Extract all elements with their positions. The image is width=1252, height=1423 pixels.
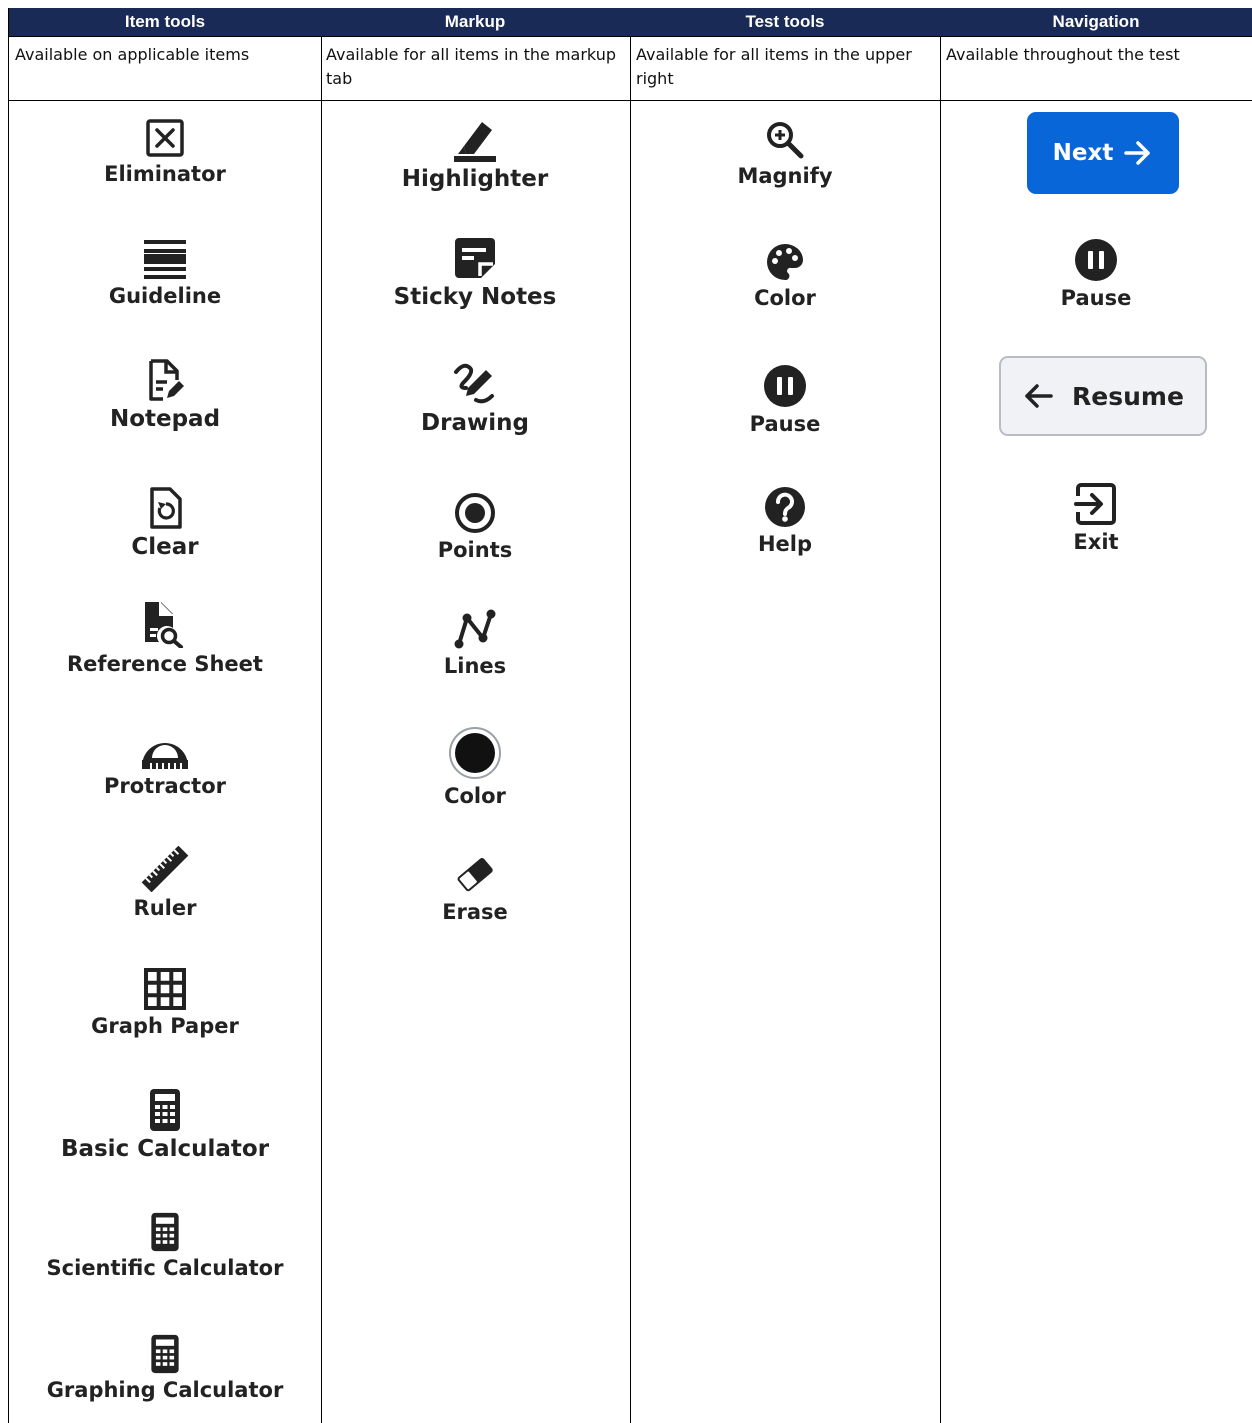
arrow-right-icon [1124, 141, 1151, 165]
notepad-icon [149, 359, 184, 401]
tool-label: Exit [1073, 530, 1119, 554]
tool-highlighter[interactable]: Highlighter [320, 116, 630, 192]
guideline-icon [144, 240, 186, 279]
tool-magnify[interactable]: Magnify [630, 120, 940, 188]
tool-label: Color [444, 784, 506, 808]
close-box-icon [146, 119, 184, 157]
tool-label: Ruler [133, 896, 197, 920]
clear-icon [150, 487, 182, 529]
tool-label: Basic Calculator [60, 1136, 270, 1162]
column-description: Available for all items in the markup ta… [320, 37, 630, 101]
tool-label: Sticky Notes [393, 284, 557, 310]
tool-label: Guideline [108, 284, 222, 308]
tool-label: Pause [749, 412, 821, 436]
tool-label: Erase [442, 900, 508, 924]
tool-label: Lines [443, 654, 507, 678]
calculator-icon [150, 1089, 180, 1131]
tool-label: Pause [1060, 286, 1132, 310]
tool-label: Scientific Calculator [46, 1256, 284, 1280]
sticky-note-icon [455, 238, 495, 278]
tool-protractor[interactable]: Protractor [9, 730, 321, 798]
tool-drawing[interactable]: Drawing [320, 360, 630, 436]
tool-color[interactable]: Color [630, 242, 940, 310]
tool-label: Notepad [109, 406, 221, 432]
tool-clear[interactable]: Clear [9, 486, 321, 560]
tool-label: Magnify [737, 164, 833, 188]
column-navigation: Navigation Available throughout the test… [940, 8, 1252, 1423]
help-icon [765, 487, 805, 527]
tool-basic-calculator[interactable]: Basic Calculator [9, 1088, 321, 1162]
graph-paper-icon [144, 968, 186, 1010]
magnify-icon [767, 122, 804, 159]
tool-notepad[interactable]: Notepad [9, 358, 321, 432]
arrow-left-icon [1025, 384, 1053, 408]
tool-label: Eliminator [104, 162, 226, 186]
tool-label: Highlighter [401, 166, 549, 192]
tool-graphing-calculator[interactable]: Graphing Calculator [9, 1334, 321, 1402]
tool-erase[interactable]: Erase [320, 856, 630, 924]
resume-button[interactable]: Resume [999, 356, 1207, 436]
tool-points[interactable]: Points [320, 492, 630, 562]
column-markup: Markup Available for all items in the ma… [320, 8, 631, 1423]
column-description: Available throughout the test [940, 37, 1252, 101]
tool-help[interactable]: Help [630, 486, 940, 556]
column-header: Navigation [940, 8, 1252, 37]
column-item-tools: Item tools Available on applicable items… [8, 8, 322, 1423]
resume-button-label: Resume [1072, 381, 1184, 411]
tool-ruler[interactable]: Ruler [9, 846, 321, 920]
column-description: Available on applicable items [9, 37, 321, 101]
tool-label: Color [754, 286, 816, 310]
tool-reference-sheet[interactable]: Reference Sheet [9, 600, 321, 676]
palette-icon [767, 244, 803, 281]
tool-sticky-notes[interactable]: Sticky Notes [320, 236, 630, 310]
tool-label: Drawing [421, 410, 529, 436]
tool-label: Graphing Calculator [46, 1378, 284, 1402]
column-header: Item tools [9, 8, 321, 37]
calculator-icon [151, 1212, 179, 1252]
tool-guideline[interactable]: Guideline [9, 240, 321, 308]
column-test-tools: Test tools Available for all items in th… [630, 8, 941, 1423]
tool-graph-paper[interactable]: Graph Paper [9, 968, 321, 1038]
reference-sheet-icon [145, 602, 183, 648]
pause-icon [1075, 239, 1117, 281]
tool-label: Reference Sheet [67, 652, 263, 676]
column-header: Test tools [630, 8, 940, 37]
calculator-icon [151, 1334, 179, 1374]
next-button-label: Next [1052, 140, 1114, 166]
tool-label: Protractor [103, 774, 226, 798]
column-description: Available for all items in the upper rig… [630, 37, 940, 101]
tool-label: Graph Paper [91, 1014, 239, 1038]
pause-icon [764, 365, 806, 407]
nav-exit[interactable]: Exit [940, 482, 1252, 554]
tool-eliminator[interactable]: Eliminator [9, 118, 321, 186]
tool-color[interactable]: Color [320, 726, 630, 808]
tool-pause[interactable]: Pause [630, 364, 940, 436]
highlighter-icon [454, 122, 496, 162]
tool-scientific-calculator[interactable]: Scientific Calculator [9, 1212, 321, 1280]
lines-icon [454, 609, 496, 649]
protractor-icon [142, 743, 188, 769]
tools-table: Item tools Available on applicable items… [8, 8, 1252, 1423]
drawing-icon [454, 363, 494, 404]
next-button[interactable]: Next [1027, 112, 1179, 194]
tool-label: Points [437, 538, 513, 562]
tool-label: Clear [131, 534, 199, 560]
ruler-icon [141, 846, 189, 892]
tool-lines[interactable]: Lines [320, 608, 630, 678]
eraser-icon [457, 857, 493, 892]
points-icon [455, 493, 495, 533]
color-dot-icon [449, 727, 501, 779]
tool-label: Help [757, 532, 813, 556]
exit-icon [1074, 483, 1116, 525]
column-header: Markup [320, 8, 630, 37]
nav-pause[interactable]: Pause [940, 238, 1252, 310]
